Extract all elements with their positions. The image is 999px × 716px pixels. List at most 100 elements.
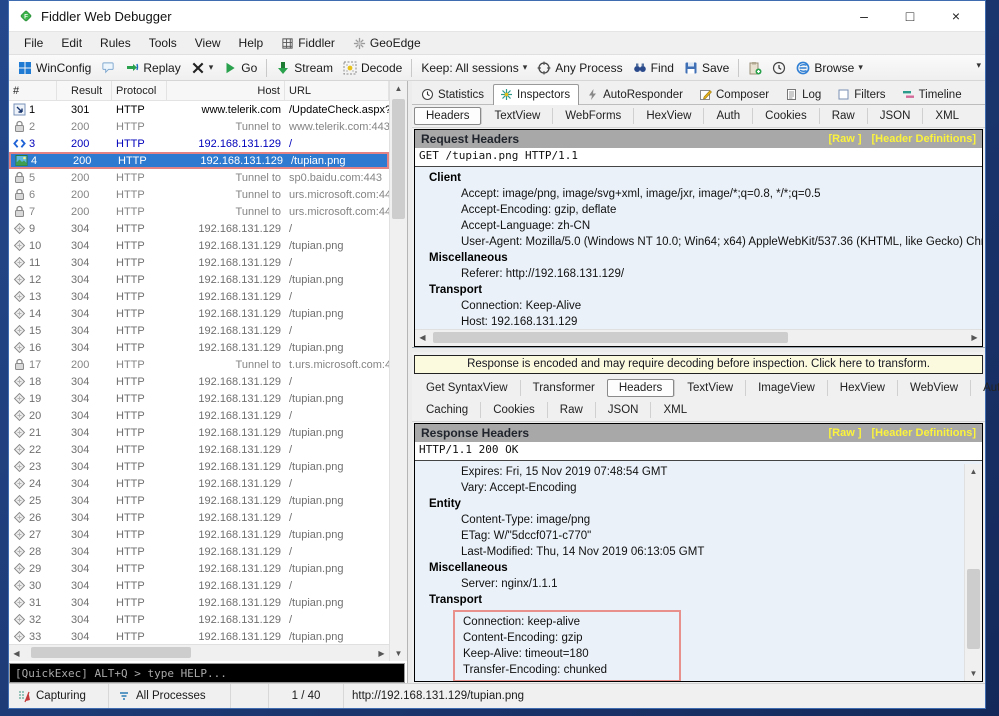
decode-button[interactable]: Decode <box>338 59 407 77</box>
response-tab-transformer[interactable]: Transformer <box>520 380 607 396</box>
tab-timeline[interactable]: Timeline <box>895 84 971 104</box>
session-row-32[interactable]: 32304HTTP192.168.131.129/ <box>9 611 389 628</box>
session-row-12[interactable]: 12304HTTP192.168.131.129/tupian.png <box>9 271 389 288</box>
session-row-27[interactable]: 27304HTTP192.168.131.129/tupian.png <box>9 526 389 543</box>
scrollbar-thumb[interactable] <box>31 647 191 658</box>
session-row-9[interactable]: 9304HTTP192.168.131.129/ <box>9 220 389 237</box>
session-row-31[interactable]: 31304HTTP192.168.131.129/tupian.png <box>9 594 389 611</box>
request-horizontal-scrollbar[interactable]: ◀ ▶ <box>415 329 982 346</box>
menu-item-geoedge[interactable]: GeoEdge <box>344 34 430 52</box>
session-row-4[interactable]: 4200HTTP192.168.131.129/tupian.png <box>9 152 389 169</box>
request-tab-webforms[interactable]: WebForms <box>552 108 633 124</box>
tab-statistics[interactable]: Statistics <box>414 84 493 104</box>
capturing-indicator[interactable]: Capturing <box>9 684 109 708</box>
session-row-21[interactable]: 21304HTTP192.168.131.129/tupian.png <box>9 424 389 441</box>
scrollbar-thumb[interactable] <box>392 99 405 219</box>
column-header-num[interactable]: # <box>9 81 57 100</box>
request-tab-json[interactable]: JSON <box>867 108 923 124</box>
tab-filters[interactable]: Filters <box>830 84 894 104</box>
scroll-left-icon[interactable]: ◀ <box>9 649 24 658</box>
request-tab-xml[interactable]: XML <box>922 108 971 124</box>
session-row-33[interactable]: 33304HTTP192.168.131.129/tupian.png <box>9 628 389 644</box>
session-row-17[interactable]: 17200HTTPTunnel tot.urs.microsoft.com:4 <box>9 356 389 373</box>
response-tab-hexview[interactable]: HexView <box>827 380 897 396</box>
session-horizontal-scrollbar[interactable]: ◀ ▶ <box>9 644 389 661</box>
menu-item-view[interactable]: View <box>186 34 230 52</box>
session-row-30[interactable]: 30304HTTP192.168.131.129/ <box>9 577 389 594</box>
keep-sessions-dropdown[interactable]: Keep: All sessions▾ <box>416 59 532 77</box>
save-button[interactable]: Save <box>679 59 734 77</box>
request-tab-raw[interactable]: Raw <box>819 108 867 124</box>
session-row-13[interactable]: 13304HTTP192.168.131.129/ <box>9 288 389 305</box>
session-row-28[interactable]: 28304HTTP192.168.131.129/ <box>9 543 389 560</box>
stream-button[interactable]: Stream <box>271 59 338 77</box>
scroll-right-icon[interactable]: ▶ <box>374 649 389 658</box>
quickexec-box[interactable]: [QuickExec] ALT+Q > type HELP... <box>9 663 405 683</box>
column-header-protocol[interactable]: Protocol <box>112 81 167 100</box>
response-vertical-scrollbar[interactable]: ▲ ▼ <box>964 464 982 681</box>
response-tab-cookies[interactable]: Cookies <box>480 402 547 418</box>
column-header-result[interactable]: Result <box>57 81 112 100</box>
response-tab-xml[interactable]: XML <box>650 402 699 418</box>
scroll-up-icon[interactable]: ▲ <box>965 464 982 479</box>
session-row-10[interactable]: 10304HTTP192.168.131.129/tupian.png <box>9 237 389 254</box>
scrollbar-thumb[interactable] <box>967 569 980 649</box>
session-row-22[interactable]: 22304HTTP192.168.131.129/ <box>9 441 389 458</box>
session-row-18[interactable]: 18304HTTP192.168.131.129/ <box>9 373 389 390</box>
response-tab-auth[interactable]: Auth <box>970 380 999 396</box>
request-tab-textview[interactable]: TextView <box>481 108 552 124</box>
close-button[interactable]: × <box>933 3 979 29</box>
scroll-left-icon[interactable]: ◀ <box>415 333 430 342</box>
response-tab-webview[interactable]: WebView <box>897 380 970 396</box>
menu-item-edit[interactable]: Edit <box>52 34 91 52</box>
session-row-24[interactable]: 24304HTTP192.168.131.129/ <box>9 475 389 492</box>
response-tab-json[interactable]: JSON <box>595 402 651 418</box>
winconfig-button[interactable]: WinConfig <box>13 59 96 77</box>
session-row-25[interactable]: 25304HTTP192.168.131.129/tupian.png <box>9 492 389 509</box>
process-filter[interactable]: All Processes <box>109 684 231 708</box>
session-row-3[interactable]: 3200HTTP192.168.131.129/ <box>9 135 389 152</box>
session-row-16[interactable]: 16304HTTP192.168.131.129/tupian.png <box>9 339 389 356</box>
session-row-29[interactable]: 29304HTTP192.168.131.129/tupian.png <box>9 560 389 577</box>
comment-button[interactable] <box>96 59 120 77</box>
response-tab-textview[interactable]: TextView <box>674 380 745 396</box>
browse-button[interactable]: Browse▾ <box>791 59 868 77</box>
session-row-5[interactable]: 5200HTTPTunnel tosp0.baidu.com:443 <box>9 169 389 186</box>
session-row-15[interactable]: 15304HTTP192.168.131.129/ <box>9 322 389 339</box>
scroll-up-icon[interactable]: ▲ <box>390 81 407 96</box>
toolbar-overflow-button[interactable]: ▾ <box>974 58 983 73</box>
header-definitions-link[interactable]: [Header Definitions] <box>871 427 976 439</box>
session-row-2[interactable]: 2200HTTPTunnel towww.telerik.com:443 <box>9 118 389 135</box>
scroll-down-icon[interactable]: ▼ <box>390 646 407 661</box>
request-response-splitter[interactable] <box>412 347 985 352</box>
tab-autoresponder[interactable]: AutoResponder <box>579 84 692 104</box>
raw-link[interactable]: [Raw ] <box>828 427 861 439</box>
session-row-19[interactable]: 19304HTTP192.168.131.129/tupian.png <box>9 390 389 407</box>
response-tab-get-syntaxview[interactable]: Get SyntaxView <box>414 380 520 396</box>
timer-button[interactable] <box>767 59 791 77</box>
menu-item-file[interactable]: File <box>15 34 52 52</box>
maximize-button[interactable]: □ <box>887 3 933 29</box>
response-tab-imageview[interactable]: ImageView <box>745 380 827 396</box>
request-tab-cookies[interactable]: Cookies <box>752 108 819 124</box>
tab-composer[interactable]: Composer <box>692 84 778 104</box>
session-row-14[interactable]: 14304HTTP192.168.131.129/tupian.png <box>9 305 389 322</box>
menu-item-rules[interactable]: Rules <box>91 34 140 52</box>
replay-button[interactable]: Replay <box>120 59 185 77</box>
raw-link[interactable]: [Raw ] <box>828 133 861 145</box>
response-tab-headers[interactable]: Headers <box>607 379 674 397</box>
column-header-host[interactable]: Host <box>167 81 285 100</box>
header-definitions-link[interactable]: [Header Definitions] <box>871 133 976 145</box>
session-vertical-scrollbar[interactable]: ▲ ▼ <box>389 81 407 661</box>
response-tab-raw[interactable]: Raw <box>547 402 595 418</box>
go-button[interactable]: Go <box>218 59 262 77</box>
decode-notice-banner[interactable]: Response is encoded and may require deco… <box>414 355 983 374</box>
session-row-11[interactable]: 11304HTTP192.168.131.129/ <box>9 254 389 271</box>
menu-item-fiddler[interactable]: Fiddler <box>272 34 344 52</box>
response-tab-caching[interactable]: Caching <box>414 402 480 418</box>
session-row-23[interactable]: 23304HTTP192.168.131.129/tupian.png <box>9 458 389 475</box>
session-row-20[interactable]: 20304HTTP192.168.131.129/ <box>9 407 389 424</box>
session-row-6[interactable]: 6200HTTPTunnel tours.microsoft.com:443 <box>9 186 389 203</box>
session-row-7[interactable]: 7200HTTPTunnel tours.microsoft.com:443 <box>9 203 389 220</box>
session-row-26[interactable]: 26304HTTP192.168.131.129/ <box>9 509 389 526</box>
